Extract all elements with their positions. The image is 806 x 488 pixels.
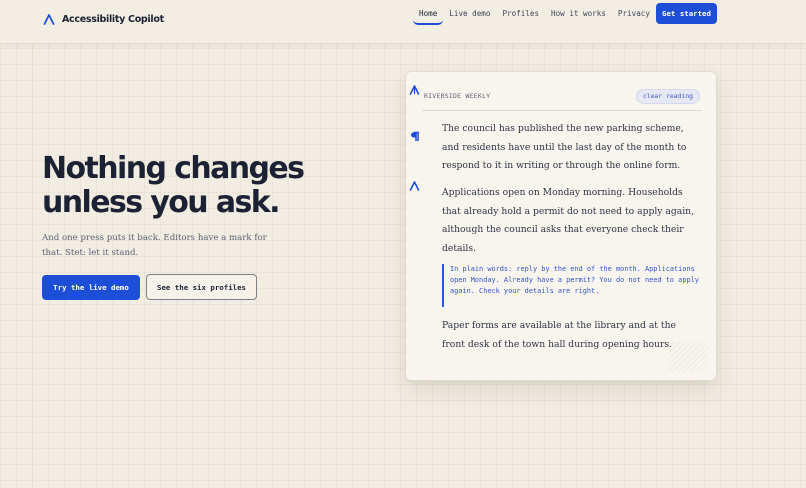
- main-nav: Home Live demo Profiles How it works Pri…: [413, 3, 656, 25]
- hero-headline: Nothing changes unless you ask.: [42, 152, 342, 220]
- brand-logo-icon: [43, 14, 55, 25]
- article-preview-card: RIVERSIDE WEEKLY clear reading The counc…: [405, 71, 717, 381]
- article-paragraph: The council has published the new parkin…: [442, 123, 687, 171]
- page-margin-rule: [32, 44, 33, 488]
- clear-reading-badge[interactable]: clear reading: [636, 89, 701, 104]
- nav-privacy[interactable]: Privacy: [612, 3, 656, 25]
- plain-words-summary: In plain words: reply by the end of the …: [442, 264, 700, 307]
- caret-mark-icon[interactable]: [409, 180, 420, 191]
- card-header: RIVERSIDE WEEKLY clear reading: [406, 72, 716, 110]
- nav-profiles[interactable]: Profiles: [496, 3, 545, 25]
- nav-how-it-works[interactable]: How it works: [545, 3, 612, 25]
- nav-live-demo[interactable]: Live demo: [443, 3, 496, 25]
- see-profiles-button[interactable]: See the six profiles: [146, 274, 257, 300]
- card-corner-hatch: [668, 342, 708, 372]
- try-live-demo-button[interactable]: Try the live demo: [42, 275, 140, 300]
- brand[interactable]: Accessibility Copilot: [43, 13, 164, 25]
- article-paragraph: Paper forms are available at the library…: [442, 320, 676, 350]
- pilcrow-icon[interactable]: [409, 131, 420, 142]
- site-header: Accessibility Copilot Home Live demo Pro…: [0, 0, 806, 44]
- headline-line-2: unless you ask.: [42, 185, 281, 220]
- get-started-button[interactable]: Get started: [656, 3, 717, 24]
- publication-name: RIVERSIDE WEEKLY: [424, 92, 491, 100]
- nav-home[interactable]: Home: [413, 3, 444, 25]
- stet-caret-icon: [409, 85, 420, 95]
- card-divider: [422, 110, 702, 111]
- hero-subtext: And one press puts it back. Editors have…: [42, 233, 267, 258]
- article-paragraph: Applications open on Monday morning. Hou…: [442, 187, 695, 254]
- headline-line-1: Nothing changes: [42, 151, 305, 186]
- brand-name: Accessibility Copilot: [62, 13, 164, 25]
